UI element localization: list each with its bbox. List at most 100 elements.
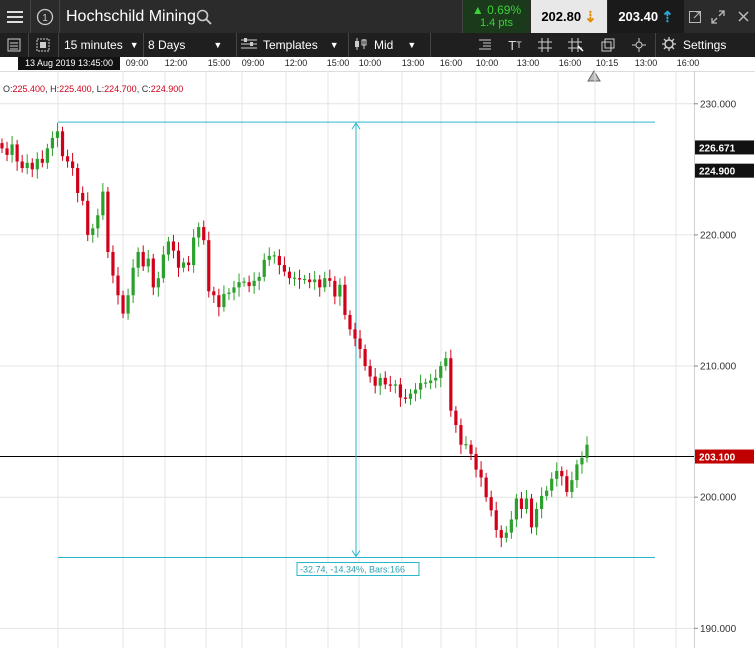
candle-body xyxy=(156,278,160,288)
grid-icon[interactable] xyxy=(535,33,555,57)
time-tick: 12:00 xyxy=(164,58,188,68)
instrument-header: 1 Hochschild Mining ▲ 0.69% 1.4 pts 202.… xyxy=(0,0,755,33)
candle-body xyxy=(71,161,75,169)
candle-body xyxy=(267,255,271,260)
time-tick: 12:00 xyxy=(284,58,308,68)
candle-body xyxy=(418,383,423,390)
candle-body xyxy=(277,255,281,266)
interval-value: 15 minutes xyxy=(64,38,123,52)
candle-body xyxy=(257,276,261,281)
candle-body xyxy=(565,476,569,492)
sell-button[interactable]: 202.80 ⇣ xyxy=(531,0,607,33)
price-chart[interactable]: -32.74, -14.34%, Bars:166 230.000 220.000… xyxy=(0,71,755,648)
candle-body xyxy=(424,382,428,384)
search-icon[interactable] xyxy=(194,0,214,33)
price-tick-label: 200.000 xyxy=(700,493,737,504)
candle-body xyxy=(353,329,357,339)
settings-button[interactable]: Settings xyxy=(662,33,726,57)
buy-button[interactable]: 203.40 ⇡ xyxy=(608,0,684,33)
candle-body xyxy=(585,444,589,458)
time-axis: 13 Aug 2019 13:45:00 09:00 12:00 15:00 0… xyxy=(0,57,755,82)
candle-body xyxy=(20,161,24,169)
candle-body xyxy=(35,158,39,170)
layout-icon[interactable] xyxy=(3,33,25,57)
candle-body xyxy=(222,293,226,308)
candle-body xyxy=(519,498,524,509)
candle-body xyxy=(60,131,65,157)
candle-body xyxy=(111,251,115,276)
expand-icon[interactable] xyxy=(706,0,730,33)
ohlc-readout: O:225.400, H:225.400, L:224.700, C:224.9… xyxy=(3,84,184,94)
price-tick-label: 210.000 xyxy=(700,362,737,373)
close-icon[interactable] xyxy=(732,0,755,33)
candle-body xyxy=(550,478,554,491)
candle-body xyxy=(555,470,559,479)
copy-chart-icon[interactable] xyxy=(597,33,619,57)
price-marker-cursor: 224.900 xyxy=(699,167,736,178)
candle-body xyxy=(292,277,297,279)
candle-body xyxy=(323,278,327,288)
candle-body xyxy=(161,254,165,279)
candle-body xyxy=(192,237,196,266)
candle-body xyxy=(403,397,408,399)
candle-body xyxy=(479,469,483,478)
candle-body xyxy=(459,425,463,445)
period-select[interactable]: 8 Days ▼ xyxy=(148,33,222,57)
high-label: H: xyxy=(50,84,60,94)
time-tick: 15:00 xyxy=(326,58,350,68)
candle-body xyxy=(287,271,292,279)
candle-body xyxy=(388,384,392,386)
candle-body xyxy=(545,490,549,496)
candle-body xyxy=(449,358,453,411)
time-tick: 10:15 xyxy=(595,58,619,68)
indicators-icon[interactable] xyxy=(475,33,495,57)
candle-body xyxy=(202,227,206,241)
candle-body xyxy=(91,228,95,235)
time-tick: 13:00 xyxy=(634,58,658,68)
popout-icon[interactable] xyxy=(684,0,706,33)
time-tick: 15:00 xyxy=(207,58,231,68)
price-change: ▲ 0.69% 1.4 pts xyxy=(463,0,530,33)
candle-body xyxy=(30,162,34,170)
text-tool-icon[interactable]: TT xyxy=(504,33,526,57)
candle-body xyxy=(186,262,191,266)
drawing-tools-icon[interactable] xyxy=(565,33,587,57)
time-tick: 09:00 xyxy=(241,58,265,68)
candle-body xyxy=(81,192,85,201)
gear-icon xyxy=(662,36,676,54)
change-points: 1.4 pts xyxy=(479,17,514,29)
candle-body xyxy=(55,131,60,138)
candle-body xyxy=(489,497,493,511)
candle-body xyxy=(413,389,418,394)
candle-body xyxy=(197,227,201,238)
candle-body xyxy=(474,453,478,470)
candle-body xyxy=(166,241,171,255)
candle-body xyxy=(227,292,231,294)
templates-select[interactable]: Templates ▼ xyxy=(241,33,339,57)
chevron-down-icon: ▼ xyxy=(213,40,223,50)
candle-body xyxy=(242,281,246,283)
candle-body xyxy=(338,284,342,297)
candle-body xyxy=(25,162,29,169)
candle-body xyxy=(499,529,503,538)
info-icon[interactable]: 1 xyxy=(31,0,59,33)
price-type-select[interactable]: Mid ▼ xyxy=(354,33,416,57)
candle-body xyxy=(65,156,70,162)
candle-body xyxy=(333,280,337,297)
candle-body xyxy=(575,464,579,481)
crosshair-icon[interactable] xyxy=(628,33,650,57)
interval-select[interactable]: 15 minutes ▼ xyxy=(64,33,139,57)
candle-body xyxy=(5,148,9,155)
close-value: 224.900 xyxy=(150,84,184,94)
menu-icon[interactable] xyxy=(0,0,30,33)
workspace-icon[interactable] xyxy=(32,33,54,57)
candle-body xyxy=(313,279,317,283)
candle-body xyxy=(434,377,438,381)
open-value: 225.400 xyxy=(12,84,46,94)
candle-body xyxy=(570,480,574,492)
chevron-down-icon: ▼ xyxy=(129,40,139,50)
candle-body xyxy=(509,519,513,533)
candle-body xyxy=(464,444,468,446)
candle-body xyxy=(393,384,397,386)
candle-body xyxy=(106,191,110,252)
